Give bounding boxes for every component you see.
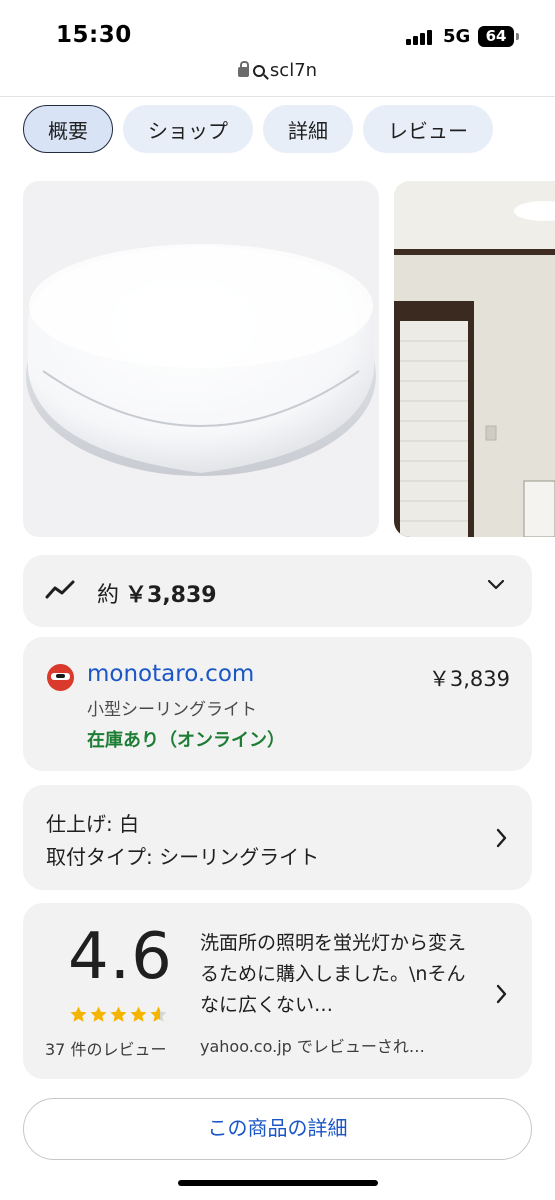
review-count: 37 件のレビュー [45,1040,167,1059]
spec-card[interactable]: 仕上げ: 白 取付タイプ: シーリングライト [23,785,532,890]
header-divider [0,96,555,97]
tab-shop[interactable]: ショップ [123,105,253,153]
battery-icon: 64 [478,26,514,47]
monotaro-logo-icon [47,664,74,691]
status-time: 15:30 [56,22,132,48]
search-icon [252,65,265,77]
tab-reviews[interactable]: レビュー [363,105,493,153]
ceiling-light-image [26,244,376,476]
room-photo-image [394,181,555,537]
rating-value: 4.6 [68,920,173,994]
tab-details[interactable]: 詳細 [263,105,353,153]
product-image-main[interactable] [23,181,379,537]
review-card[interactable]: 4.6 37 件のレビュー 洗面所の照明を蛍光灯から変えるために購入しました。\… [23,903,532,1079]
price-summary-value: ￥3,839 [125,583,217,608]
star-icon [90,1006,107,1022]
spec-mount-type: 取付タイプ: シーリングライト [46,845,320,869]
tab-bar: 概要 ショップ 詳細 レビュー [23,105,493,153]
star-icon [110,1006,127,1022]
price-trend-icon [45,580,75,599]
chevron-right-icon[interactable] [494,983,508,1005]
half-star-icon [150,1006,167,1022]
seller-price: ￥3,839 [428,667,510,691]
status-bar: 15:30 5G 64 [0,0,555,58]
seller-name-link[interactable]: monotaro.com [87,661,254,687]
seller-product-title: 小型シーリングライト [87,700,257,720]
seller-card[interactable]: monotaro.com ￥3,839 小型シーリングライト 在庫あり（オンライ… [23,637,532,771]
stock-status: 在庫あり（オンライン） [87,730,285,751]
tab-overview[interactable]: 概要 [23,105,113,153]
url-bar[interactable]: scl7n [0,60,555,88]
url-text: scl7n [269,60,318,81]
star-icon [130,1006,147,1022]
review-snippet: 洗面所の照明を蛍光灯から変えるために購入しました。\nそんなに広くない… [200,932,467,1016]
price-prefix: 約 [97,583,120,608]
price-summary-label: 約 ￥3,839 [97,577,217,609]
spec-finish: 仕上げ: 白 [46,812,140,836]
price-summary-card[interactable]: 約 ￥3,839 [23,555,532,627]
star-rating [69,1005,168,1024]
product-details-button[interactable]: この商品の詳細 [23,1098,532,1160]
chevron-down-icon[interactable] [486,577,506,591]
product-image-room[interactable] [394,181,555,537]
chevron-right-icon[interactable] [494,827,508,849]
network-label: 5G [443,26,471,47]
star-icon [70,1006,87,1022]
review-source: yahoo.co.jp でレビューされ… [200,1037,425,1056]
signal-icon [406,29,436,45]
battery-tip [516,33,519,40]
lock-icon [237,61,249,77]
home-indicator[interactable] [178,1180,378,1186]
